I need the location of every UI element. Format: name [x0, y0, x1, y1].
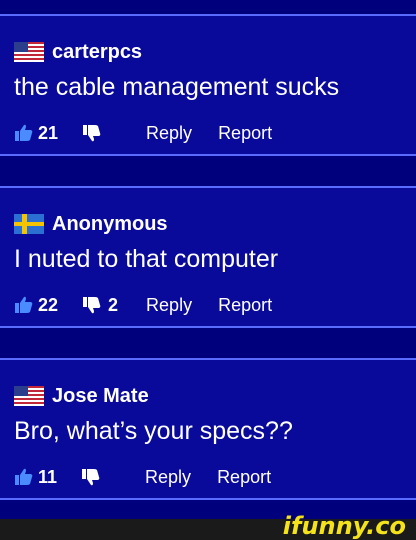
dislike-control[interactable]: [82, 123, 108, 143]
dislike-control[interactable]: [81, 467, 107, 487]
comment-text: Bro, what’s your specs??: [14, 417, 293, 445]
thumbs-up-icon[interactable]: [14, 467, 34, 487]
comment-actions: 11 Reply Report: [14, 465, 271, 489]
comment-text: I nuted to that computer: [14, 245, 279, 273]
like-count: 11: [38, 466, 58, 487]
thumbs-down-icon[interactable]: [82, 295, 102, 315]
comment-header: carterpcs: [14, 39, 142, 65]
reply-button[interactable]: Reply: [146, 295, 192, 316]
thumbs-down-icon[interactable]: [82, 123, 102, 143]
comment-card: Jose Mate Bro, what’s your specs?? 11 Re…: [0, 358, 416, 500]
comment-gap: [0, 156, 416, 186]
comment-text: the cable management sucks: [14, 73, 340, 101]
dislike-control[interactable]: 2: [82, 295, 118, 316]
us-flag-icon: [14, 42, 44, 62]
report-button[interactable]: Report: [218, 123, 272, 144]
report-button[interactable]: Report: [217, 467, 271, 488]
report-button[interactable]: Report: [218, 295, 272, 316]
like-count: 21: [38, 122, 59, 143]
reply-button[interactable]: Reply: [146, 123, 192, 144]
sweden-flag-icon: [14, 214, 44, 234]
us-flag-icon: [14, 386, 44, 406]
comment-card: Anonymous I nuted to that computer 22 2 …: [0, 186, 416, 328]
comment-actions: 22 2 Reply Report: [14, 293, 272, 317]
username[interactable]: carterpcs: [52, 41, 142, 64]
thumbs-down-icon[interactable]: [81, 467, 101, 487]
reply-button[interactable]: Reply: [145, 467, 191, 488]
comment-header: Anonymous: [14, 211, 168, 237]
ifunny-logo: ifunny.co: [282, 512, 406, 540]
comment-actions: 21 Reply Report: [14, 121, 272, 145]
dislike-count: 2: [108, 294, 119, 315]
comment-card: carterpcs the cable management sucks 21 …: [0, 14, 416, 156]
like-count: 22: [38, 294, 59, 315]
comment-header: Jose Mate: [14, 383, 149, 409]
watermark-bar: ifunny.co: [0, 512, 416, 540]
username[interactable]: Anonymous: [52, 213, 168, 236]
username[interactable]: Jose Mate: [52, 385, 149, 408]
comment-gap: [0, 328, 416, 358]
thumbs-up-icon[interactable]: [14, 123, 34, 143]
thumbs-up-icon[interactable]: [14, 295, 34, 315]
